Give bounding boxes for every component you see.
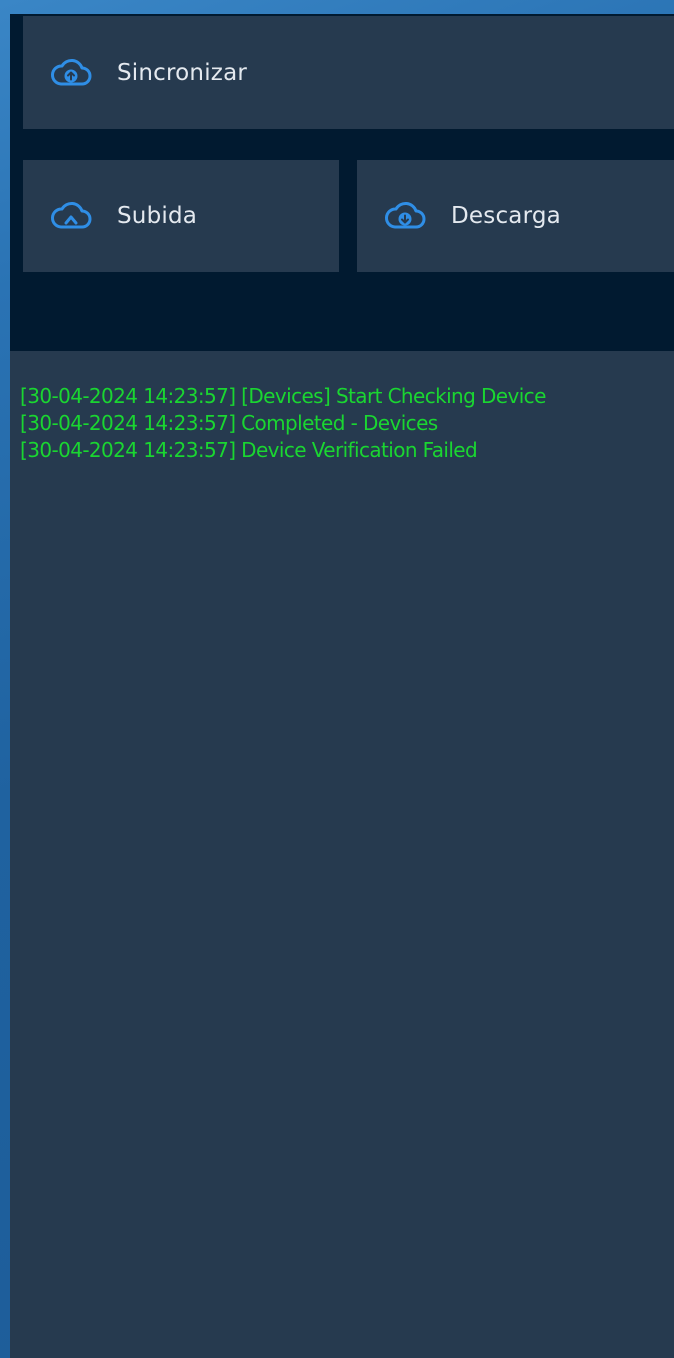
upload-button-label: Subida [117, 203, 198, 229]
log-line: [30-04-2024 14:23:57] Completed - Device… [20, 411, 438, 435]
cloud-sync-icon [49, 57, 93, 89]
log-line: [30-04-2024 14:23:57] [Devices] Start Ch… [20, 384, 546, 408]
sync-button[interactable]: Sincronizar [23, 16, 674, 129]
download-button-label: Descarga [451, 203, 561, 229]
log-line: [30-04-2024 14:23:57] Device Verificatio… [20, 438, 478, 462]
cloud-download-icon [383, 200, 427, 232]
log-output: [30-04-2024 14:23:57] [Devices] Start Ch… [10, 351, 674, 1358]
sync-button-label: Sincronizar [117, 59, 248, 86]
download-button[interactable]: Descarga [357, 160, 674, 272]
upload-button[interactable]: Subida [23, 160, 339, 272]
cloud-upload-icon [49, 200, 93, 232]
